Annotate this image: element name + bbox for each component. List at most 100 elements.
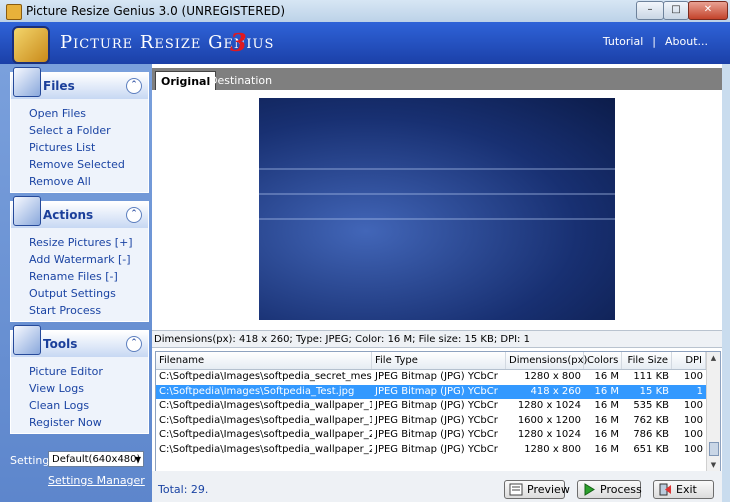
table-cell: JPEG Bitmap (JPG) YCbCr <box>375 429 498 440</box>
table-cell: 1600 x 1200 <box>517 414 581 426</box>
table-cell: C:\Softpedia\Images\softpedia_wallpaper_… <box>159 429 372 440</box>
sidebar-item-picture-editor[interactable]: Picture Editor <box>29 363 148 380</box>
window-title: Picture Resize Genius 3.0 (UNREGISTERED) <box>26 4 286 18</box>
preview-icon <box>509 483 523 496</box>
table-cell: 16 M <box>594 429 619 440</box>
scroll-up-icon[interactable]: ▲ <box>707 352 720 365</box>
exit-button-label: Exit <box>676 483 697 496</box>
tools-panel-title: Tools <box>43 337 78 351</box>
column-file-size[interactable]: File Size <box>622 352 672 369</box>
table-cell: 535 KB <box>633 400 669 411</box>
files-panel-header[interactable]: Files ⌃ <box>11 67 148 99</box>
sidebar-item-open-files[interactable]: Open Files <box>29 105 148 122</box>
process-button-label: Process <box>600 483 642 496</box>
column-dpi[interactable]: DPI <box>672 352 706 369</box>
app-header: Picture Resize Genius 3 Tutorial | About..… <box>0 22 730 64</box>
sidebar-item-register-now[interactable]: Register Now <box>29 414 148 431</box>
tools-panel: Tools ⌃ Picture Editor View Logs Clean L… <box>10 325 149 434</box>
table-cell: 100 <box>683 371 703 382</box>
sidebar: Files ⌃ Open Files Select a Folder Pictu… <box>0 64 152 502</box>
table-cell: JPEG Bitmap (JPG) YCbCr <box>375 371 498 382</box>
column-colors[interactable]: Colors <box>584 352 622 369</box>
table-cell: 786 KB <box>633 429 669 440</box>
tutorial-link[interactable]: Tutorial <box>603 35 643 48</box>
column-dimensions[interactable]: Dimensions(px) <box>506 352 587 369</box>
table-row[interactable]: C:\Softpedia\Images\softpedia_wallpaper_… <box>156 414 706 428</box>
tab-destination[interactable]: Destination <box>204 71 277 90</box>
exit-icon <box>659 483 671 496</box>
link-separator: | <box>652 35 656 48</box>
about-link[interactable]: About... <box>665 35 708 48</box>
image-decoration <box>259 193 615 195</box>
maximize-button[interactable]: □ <box>663 1 689 20</box>
process-button[interactable]: Process <box>577 480 642 499</box>
scroll-thumb[interactable] <box>709 442 719 456</box>
column-file-type[interactable]: File Type <box>372 352 506 369</box>
sidebar-item-resize-pictures[interactable]: Resize Pictures [+] <box>29 234 148 251</box>
table-cell: 16 M <box>594 371 619 382</box>
files-panel-title: Files <box>43 79 75 93</box>
preview-button[interactable]: Preview <box>504 480 570 499</box>
table-cell: 762 KB <box>633 414 669 426</box>
header-links: Tutorial | About... <box>603 35 708 48</box>
exit-button[interactable]: Exit <box>653 480 714 499</box>
column-filename[interactable]: Filename <box>156 352 372 369</box>
table-cell: 16 M <box>594 443 619 455</box>
actions-panel-header[interactable]: Actions ⌃ <box>11 196 148 228</box>
table-scrollbar[interactable]: ▲ ▼ <box>706 352 720 472</box>
files-icon <box>13 67 41 97</box>
settings-manager-link[interactable]: Settings Manager <box>48 474 145 487</box>
tools-panel-header[interactable]: Tools ⌃ <box>11 325 148 357</box>
table-cell: 100 <box>683 414 703 426</box>
footer: Total: 29. Preview Process Exit <box>152 471 722 502</box>
sidebar-item-start-process[interactable]: Start Process <box>29 302 148 319</box>
settings-select[interactable]: Default(640x480) ▼ <box>48 451 144 467</box>
sidebar-item-select-folder[interactable]: Select a Folder <box>29 122 148 139</box>
table-row[interactable]: C:\Softpedia\Images\softpedia_wallpaper_… <box>156 428 706 442</box>
table-cell: C:\Softpedia\Images\softpedia_wallpaper_… <box>159 414 372 426</box>
table-cell: JPEG Bitmap (JPG) YCbCr <box>375 400 498 411</box>
chevron-down-icon: ▼ <box>134 455 141 464</box>
main-content: Original Destination Dimensions(px): 418… <box>152 64 722 502</box>
actions-panel-title: Actions <box>43 208 94 222</box>
sidebar-item-clean-logs[interactable]: Clean Logs <box>29 397 148 414</box>
table-cell: 16 M <box>594 385 619 397</box>
table-row[interactable]: C:\Softpedia\Images\softpedia_secret_mes… <box>156 370 706 384</box>
play-icon <box>584 483 595 496</box>
table-cell: JPEG Bitmap (JPG) YCbCr <box>375 414 498 426</box>
table-row[interactable]: C:\Softpedia\Images\softpedia_wallpaper_… <box>156 443 706 457</box>
table-cell: 418 x 260 <box>530 385 581 397</box>
table-cell: 651 KB <box>633 443 669 455</box>
table-cell: 1280 x 1024 <box>517 429 581 440</box>
table-header: Filename File Type Dimensions(px) Colors… <box>156 352 706 370</box>
table-cell: 100 <box>683 429 703 440</box>
table-cell: 100 <box>683 443 703 455</box>
files-table[interactable]: Filename File Type Dimensions(px) Colors… <box>155 351 721 473</box>
sidebar-item-remove-all[interactable]: Remove All <box>29 173 148 190</box>
table-cell: 1280 x 800 <box>524 443 581 455</box>
minimize-button[interactable]: – <box>636 1 664 20</box>
table-cell: 15 KB <box>639 385 669 397</box>
actions-icon <box>13 196 41 226</box>
sidebar-item-rename-files[interactable]: Rename Files [-] <box>29 268 148 285</box>
sidebar-item-view-logs[interactable]: View Logs <box>29 380 148 397</box>
sidebar-item-remove-selected[interactable]: Remove Selected <box>29 156 148 173</box>
table-cell: 1280 x 800 <box>524 371 581 382</box>
actions-panel: Actions ⌃ Resize Pictures [+] Add Waterm… <box>10 196 149 322</box>
logo-icon <box>12 26 50 64</box>
table-cell: C:\Softpedia\Images\softpedia_wallpaper_… <box>159 400 372 411</box>
logo-version: 3 <box>230 28 247 57</box>
collapse-icon[interactable]: ⌃ <box>126 207 142 223</box>
collapse-icon[interactable]: ⌃ <box>126 78 142 94</box>
table-row[interactable]: C:\Softpedia\Images\Softpedia_Test.jpg JP… <box>156 384 706 399</box>
collapse-icon[interactable]: ⌃ <box>126 336 142 352</box>
sidebar-item-add-watermark[interactable]: Add Watermark [-] <box>29 251 148 268</box>
sidebar-item-output-settings[interactable]: Output Settings <box>29 285 148 302</box>
image-decoration <box>259 168 615 170</box>
close-button[interactable]: ✕ <box>688 1 728 20</box>
files-panel: Files ⌃ Open Files Select a Folder Pictu… <box>10 67 149 193</box>
table-row[interactable]: C:\Softpedia\Images\softpedia_wallpaper_… <box>156 399 706 413</box>
preview-tabs: Original Destination <box>152 68 722 91</box>
sidebar-item-pictures-list[interactable]: Pictures List <box>29 139 148 156</box>
title-bar[interactable]: Picture Resize Genius 3.0 (UNREGISTERED)… <box>0 0 730 22</box>
